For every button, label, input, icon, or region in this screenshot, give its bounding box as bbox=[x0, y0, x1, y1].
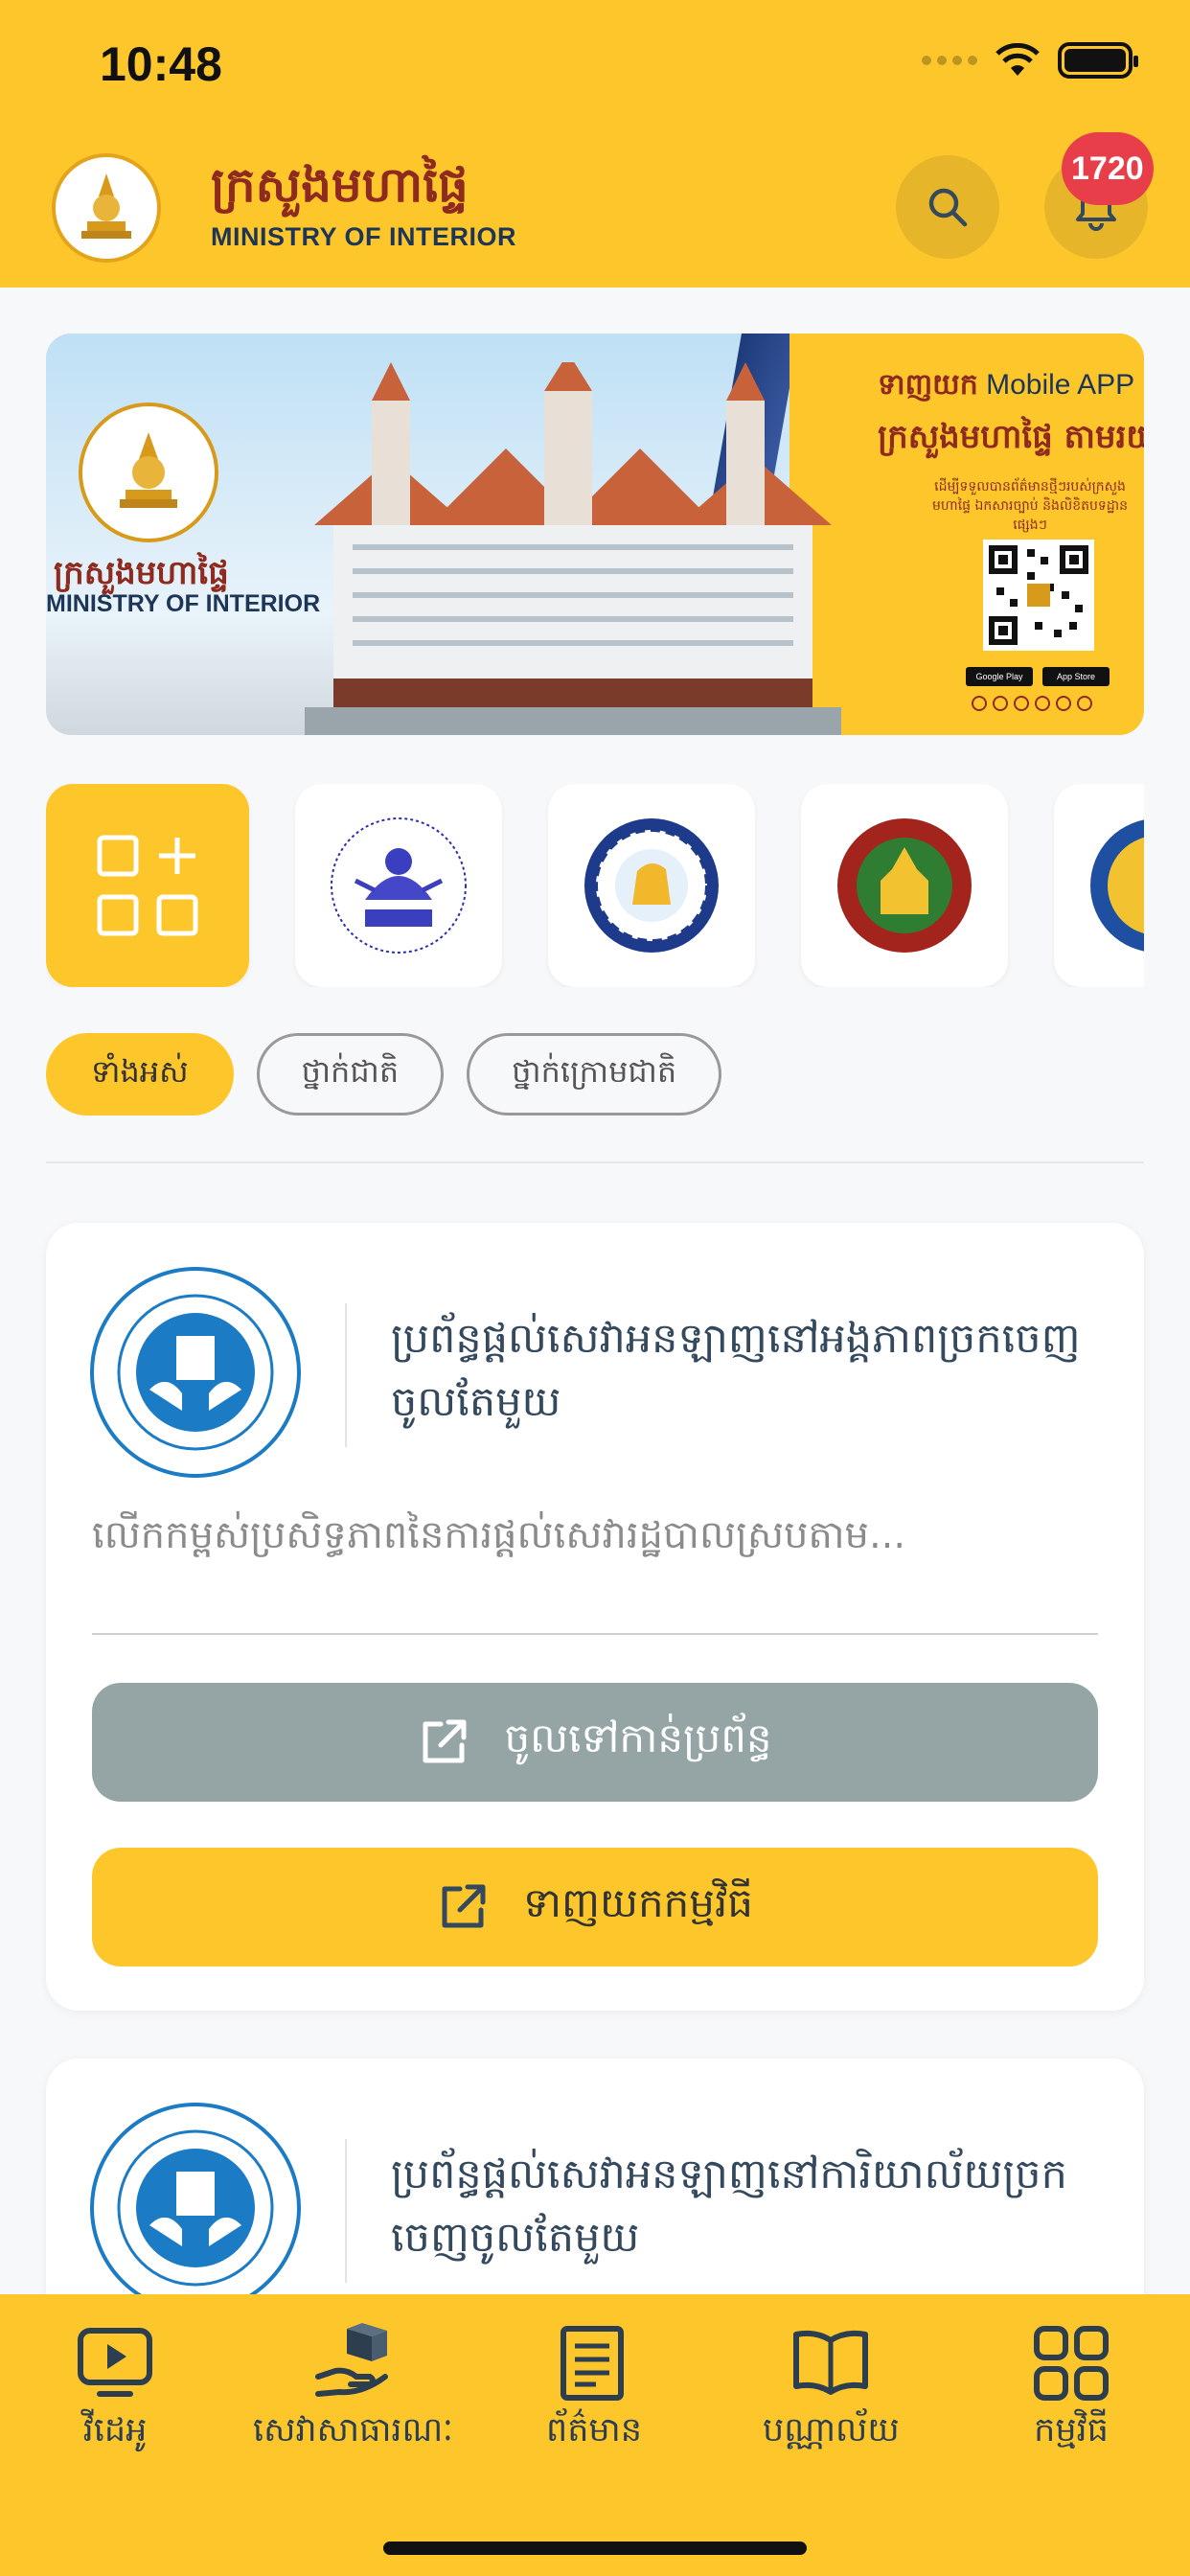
external-link-icon bbox=[442, 1884, 486, 1928]
banner-org-english: MINISTRY OF INTERIOR bbox=[46, 590, 321, 617]
home-indicator[interactable] bbox=[383, 2542, 807, 2555]
nav-label-library: បណ្ណាល័យ bbox=[763, 2411, 900, 2450]
service-card: ប្រព័ន្ធផ្តល់សេវាអនឡាញនៅអង្គភាពច្រកចេញចូ… bbox=[46, 1223, 1144, 2011]
banner-description: ដើម្បីទទួលបានព័ត៌មានថ្មីៗរបស់ក្រសួងមហាផ្… bbox=[932, 479, 1128, 533]
grid-plus-icon bbox=[97, 835, 198, 936]
download-app-label: ទាញយកកម្មវិធី bbox=[523, 1879, 753, 1926]
section-divider bbox=[46, 1162, 1144, 1163]
apps-grid-icon bbox=[1034, 2326, 1109, 2401]
agency-shortcut[interactable] bbox=[295, 784, 502, 987]
horse-seal-icon bbox=[584, 818, 719, 953]
news-icon bbox=[560, 2326, 624, 2401]
banner-subheadline: ក្រសួងមហាផ្ទៃ តាមរយៈ bbox=[878, 418, 1144, 456]
google-play-badge: Google Play bbox=[966, 667, 1033, 686]
status-icons bbox=[922, 42, 1138, 79]
search-icon bbox=[928, 188, 968, 227]
nav-label-public-service: សេវាសាធារណៈ bbox=[253, 2411, 453, 2450]
nav-item-public-service[interactable]: សេវាសាធារណៈ bbox=[253, 2323, 453, 2458]
search-button[interactable] bbox=[896, 155, 999, 259]
status-time: 10:48 bbox=[100, 37, 222, 91]
agency-shortcut[interactable] bbox=[1054, 784, 1144, 987]
app-title-khmer: ក្រសួងមហាផ្ទៃ bbox=[211, 156, 469, 213]
public-service-icon bbox=[315, 2323, 389, 2397]
immigration-seal-icon bbox=[837, 818, 972, 953]
filter-chip-national[interactable]: ថ្នាក់ជាតិ bbox=[256, 1033, 445, 1116]
ministry-building-image bbox=[305, 362, 841, 735]
card-divider bbox=[345, 1303, 347, 1447]
service-description: លើកកម្ពស់ប្រសិទ្ធភាពនៃការផ្តល់សេវារដ្ឋបា… bbox=[92, 1513, 906, 1557]
nav-label-news: ព័ត៌មាន bbox=[546, 2411, 642, 2450]
nav-label-apps: កម្មវិធី bbox=[1034, 2411, 1109, 2450]
ministry-logo[interactable] bbox=[52, 153, 161, 263]
card-separator bbox=[92, 1633, 1098, 1635]
one-window-logo bbox=[90, 1267, 301, 1478]
filter-chip-subnational[interactable]: ថ្នាក់ក្រោមជាតិ bbox=[467, 1033, 722, 1116]
nav-label-video: វីដេអូ bbox=[82, 2411, 148, 2450]
filter-chips: ទាំងអស់ ថ្នាក់ជាតិ ថ្នាក់ក្រោមជាតិ bbox=[46, 1033, 722, 1116]
wifi-icon bbox=[995, 43, 1040, 76]
battery-icon bbox=[1058, 42, 1138, 79]
qr-code-icon bbox=[983, 540, 1094, 651]
notification-badge: 1720 bbox=[1062, 132, 1154, 205]
police-seal-icon bbox=[1090, 819, 1144, 952]
banner-ministry-seal bbox=[79, 402, 218, 542]
one-window-office-logo bbox=[90, 2103, 301, 2313]
open-system-button[interactable]: ចូលទៅកាន់ប្រព័ន្ធ bbox=[92, 1683, 1098, 1802]
nav-item-news[interactable]: ព័ត៌មាន bbox=[546, 2323, 642, 2458]
app-title-english: MINISTRY OF INTERIOR bbox=[211, 222, 517, 251]
nav-item-library[interactable]: បណ្ណាល័យ bbox=[763, 2323, 900, 2458]
agency-shortcut[interactable] bbox=[801, 784, 1008, 987]
header-bar: 10:48 ក្រសួងមហាផ្ទៃ MINISTRY OF INTERIOR bbox=[0, 0, 1190, 288]
nav-item-video[interactable]: វីដេអូ bbox=[75, 2323, 155, 2458]
service-title[interactable]: ប្រព័ន្ធផ្តល់សេវាអនឡាញនៅការិយាល័យច្រកចេញ… bbox=[391, 2143, 1100, 2269]
filter-chip-all[interactable]: ទាំងអស់ bbox=[46, 1033, 234, 1116]
library-icon bbox=[793, 2330, 869, 2395]
promo-banner[interactable]: ក្រសួងមហាផ្ទៃ MINISTRY OF INTERIOR ទាញយក… bbox=[46, 334, 1144, 735]
video-icon bbox=[78, 2328, 152, 2397]
bottom-navigation: វីដេអូ សេវាសាធារណៈ ព័ត៌មាន បណ្ណាល័យ កម្ម… bbox=[0, 2294, 1190, 2576]
service-title[interactable]: ប្រព័ន្ធផ្តល់សេវាអនឡាញនៅអង្គភាពច្រកចេញចូ… bbox=[391, 1307, 1100, 1434]
social-icons bbox=[972, 696, 1092, 711]
open-system-label: ចូលទៅកាន់ប្រព័ន្ធ bbox=[504, 1714, 772, 1761]
all-services-button[interactable] bbox=[46, 784, 249, 987]
card-divider bbox=[345, 2139, 347, 2283]
nav-item-apps[interactable]: កម្មវិធី bbox=[1031, 2323, 1111, 2458]
agency-shortcut[interactable] bbox=[548, 784, 755, 987]
deity-seal-icon bbox=[331, 817, 467, 954]
store-badges: Google Play App Store bbox=[966, 667, 1110, 686]
banner-headline: ទាញយក Mobile APP bbox=[878, 368, 1135, 402]
signal-icon bbox=[922, 56, 977, 65]
download-app-button[interactable]: ទាញយកកម្មវិធី bbox=[92, 1848, 1098, 1966]
app-store-badge: App Store bbox=[1042, 667, 1110, 686]
external-link-icon bbox=[423, 1719, 467, 1763]
agency-shortcuts bbox=[46, 784, 1144, 987]
